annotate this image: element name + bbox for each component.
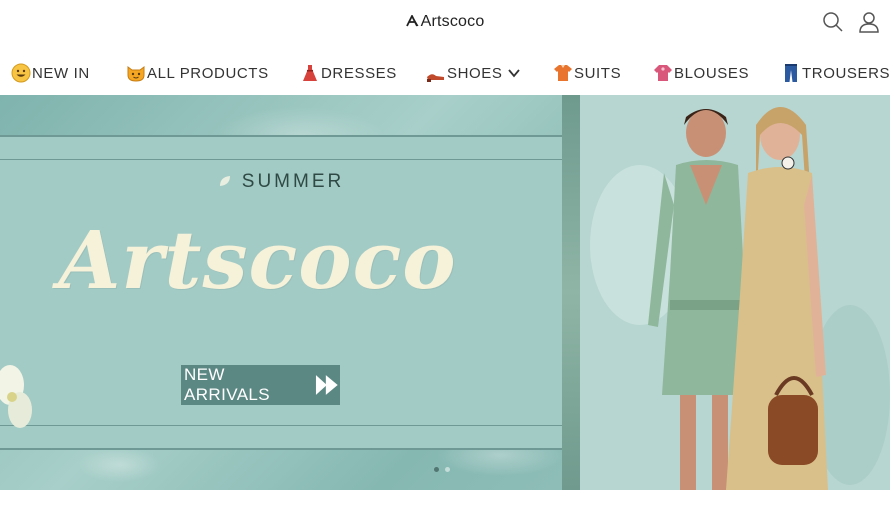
header-actions (822, 11, 880, 33)
dress-emoji-icon (303, 65, 317, 81)
logo-text: Artscoco (420, 13, 485, 30)
leaf-icon (219, 176, 230, 186)
nav-item-label: NEW IN (32, 64, 90, 82)
main-navigation: NEW IN ALL PRODUCTS DRESSES SHOES SUITS … (0, 58, 890, 90)
nav-item-label: BLOUSES (674, 64, 750, 82)
new-arrivals-button[interactable]: NEW ARRIVALS (181, 365, 340, 405)
hero-divider (562, 95, 580, 490)
slider-pagination (434, 467, 450, 472)
nav-item-all-products[interactable]: ALL PRODUCTS (126, 58, 269, 88)
slider-dot[interactable] (445, 467, 450, 472)
nav-item-label: SUITS (574, 64, 622, 82)
nav-item-new-in[interactable]: NEW IN (11, 58, 90, 88)
search-icon[interactable] (822, 11, 844, 33)
user-icon[interactable] (858, 11, 880, 33)
nav-item-dresses[interactable]: DRESSES (300, 58, 397, 88)
nav-item-label: ALL PRODUCTS (147, 64, 269, 82)
hero-model-photo (580, 95, 890, 490)
play-arrow-icon (316, 375, 339, 395)
site-logo[interactable]: Artscoco (0, 13, 890, 31)
flower-decoration-icon (0, 365, 32, 428)
hero-eyebrow-text: SUMMER (241, 171, 345, 192)
hero-banner[interactable]: SUMMER Artscoco NEW ARRIVALS (0, 95, 890, 490)
new-arrivals-label: NEW ARRIVALS (184, 365, 271, 404)
nav-item-blouses[interactable]: BLOUSES (653, 58, 749, 88)
smiling-cat-emoji-icon (127, 66, 145, 82)
shirt-emoji-icon (554, 65, 572, 81)
hero-eyebrow: SUMMER (0, 171, 562, 193)
nav-item-label: SHOES (447, 64, 503, 82)
panel-rule-bottom (0, 425, 562, 426)
top-header: Artscoco (0, 0, 890, 48)
nav-item-label: DRESSES (321, 64, 397, 82)
nav-item-trousers[interactable]: TROUSERS (781, 58, 890, 88)
panel-rule-top (0, 159, 562, 160)
grinning-face-emoji-icon (11, 63, 31, 83)
jeans-emoji-icon (785, 64, 797, 82)
blouse-emoji-icon (654, 65, 672, 81)
slider-dot[interactable] (434, 467, 439, 472)
hero-brand-title: Artscoco (58, 213, 457, 307)
nav-item-shoes[interactable]: SHOES (426, 58, 521, 88)
logo-mark-icon (405, 15, 419, 27)
models-illustration (580, 95, 890, 490)
nav-item-label: TROUSERS (802, 64, 890, 82)
nav-item-suits[interactable]: SUITS (553, 58, 621, 88)
high-heel-emoji-icon (427, 74, 444, 82)
chevron-down-icon[interactable] (507, 66, 521, 80)
